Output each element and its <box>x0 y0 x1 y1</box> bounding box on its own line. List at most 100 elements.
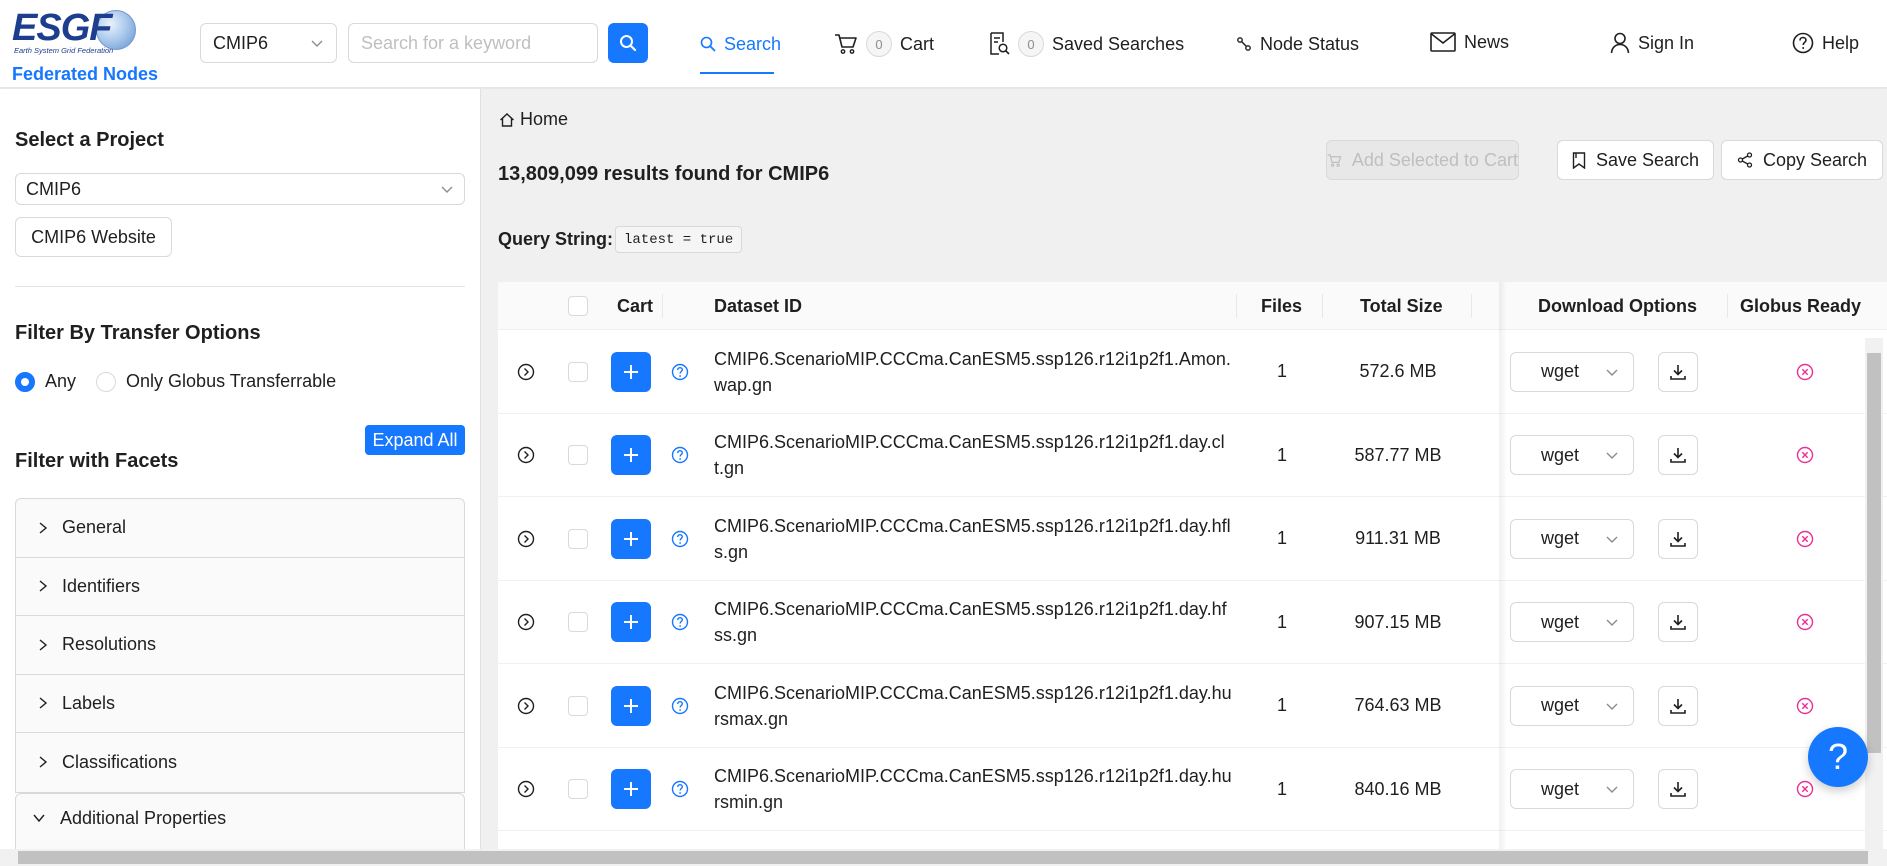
download-button[interactable] <box>1658 351 1698 392</box>
page-horizontal-scrollbar[interactable] <box>0 849 1887 866</box>
radio-any-label[interactable]: Any <box>45 371 76 392</box>
dataset-id-cell: CMIP6.ScenarioMIP.CCCma.CanESM5.ssp126.r… <box>714 497 1234 581</box>
radio-globus-only-label[interactable]: Only Globus Transferrable <box>126 371 336 392</box>
chevron-down-icon <box>1606 703 1618 710</box>
download-button[interactable] <box>1658 435 1698 476</box>
column-divider <box>1727 294 1728 318</box>
project-website-button[interactable]: CMIP6 Website <box>15 217 172 257</box>
table-vertical-scrollbar[interactable] <box>1865 338 1883 849</box>
breadcrumb-home[interactable]: Home <box>520 109 568 130</box>
facet-labels[interactable]: Labels <box>16 675 464 733</box>
facet-additional-properties[interactable]: Additional Properties <box>15 793 465 843</box>
download-button-cell <box>1658 748 1698 832</box>
download-button[interactable] <box>1658 518 1698 559</box>
add-to-cart-button[interactable] <box>611 518 651 559</box>
add-selected-to-cart-button[interactable]: Add Selected to Cart <box>1326 140 1519 180</box>
nav-news[interactable]: News <box>1430 26 1509 58</box>
esgf-logo[interactable]: ESGF Earth System Grid Federation Federa… <box>12 8 162 84</box>
add-to-cart-cell <box>611 748 651 832</box>
row-checkbox[interactable] <box>568 445 588 466</box>
radio-globus-only[interactable] <box>96 371 117 392</box>
add-to-cart-button[interactable] <box>611 685 651 726</box>
row-checkbox[interactable] <box>568 528 588 549</box>
dataset-id-text: CMIP6.ScenarioMIP.CCCma.CanESM5.ssp126.r… <box>714 599 1227 646</box>
facet-resolutions[interactable]: Resolutions <box>16 616 464 675</box>
add-to-cart-button[interactable] <box>611 602 651 643</box>
total-size-cell: 907.15 MB <box>1354 611 1442 632</box>
add-to-cart-button[interactable] <box>611 351 651 392</box>
add-to-cart-button[interactable] <box>611 769 651 810</box>
nav-help[interactable]: Help <box>1792 27 1859 59</box>
download-method-select[interactable]: wget <box>1510 602 1634 643</box>
nav-sign-in[interactable]: Sign In <box>1610 27 1694 59</box>
row-select[interactable] <box>568 497 588 581</box>
row-checkbox[interactable] <box>568 361 588 382</box>
download-method-select[interactable]: wget <box>1510 435 1634 476</box>
download-button[interactable] <box>1658 685 1698 726</box>
horizontal-scrollbar-thumb[interactable] <box>18 851 1868 864</box>
add-to-cart-button[interactable] <box>611 435 651 476</box>
download-button-cell <box>1658 581 1698 665</box>
row-select[interactable] <box>568 581 588 665</box>
table-header: Cart Dataset ID Files Total Size Downloa… <box>498 282 1887 330</box>
row-select[interactable] <box>568 414 588 498</box>
nav-node-status[interactable]: Node Status <box>1236 28 1359 60</box>
row-checkbox[interactable] <box>568 695 588 716</box>
download-method-select[interactable]: wget <box>1510 769 1634 810</box>
vertical-scrollbar-thumb[interactable] <box>1867 353 1881 753</box>
search-button[interactable] <box>608 23 648 63</box>
download-select-cell: wget <box>1510 330 1634 414</box>
row-checkbox[interactable] <box>568 779 588 800</box>
download-method-select[interactable]: wget <box>1510 685 1634 726</box>
dataset-info-button[interactable] <box>671 664 689 748</box>
expand-row-button[interactable] <box>517 581 535 665</box>
download-select-cell: wget <box>1510 748 1634 832</box>
download-select-cell: wget <box>1510 581 1634 665</box>
sidebar-project-select[interactable]: CMIP6 <box>15 173 465 205</box>
download-button[interactable] <box>1658 602 1698 643</box>
project-select[interactable]: CMIP6 <box>200 23 337 63</box>
dataset-info-button[interactable] <box>671 414 689 498</box>
header-select-all[interactable] <box>568 282 588 330</box>
facet-classifications[interactable]: Classifications <box>16 733 464 792</box>
copy-search-button[interactable]: Copy Search <box>1721 140 1883 180</box>
row-select[interactable] <box>568 664 588 748</box>
plus-icon <box>624 615 638 630</box>
expand-row-button[interactable] <box>517 497 535 581</box>
nav-cart[interactable]: 0 Cart <box>834 28 934 60</box>
expand-all-button[interactable]: Expand All <box>365 425 465 455</box>
dataset-info-button[interactable] <box>671 330 689 414</box>
row-select[interactable] <box>568 748 588 832</box>
download-select-cell: wget <box>1510 414 1634 498</box>
dataset-info-button[interactable] <box>671 748 689 832</box>
nav-saved-searches[interactable]: 0 Saved Searches <box>988 28 1184 60</box>
add-to-cart-cell <box>611 497 651 581</box>
chevron-right-icon <box>39 697 48 709</box>
column-divider <box>662 294 663 318</box>
download-button-cell <box>1658 414 1698 498</box>
breadcrumb[interactable]: Home <box>499 109 568 130</box>
expand-row-button[interactable] <box>517 414 535 498</box>
download-button[interactable] <box>1658 769 1698 810</box>
search-input[interactable] <box>348 23 598 63</box>
table-row: CMIP6.ScenarioMIP.CCCma.CanESM5.ssp126.r… <box>498 580 1887 665</box>
header-download-options: Download Options <box>1538 295 1697 316</box>
facet-general[interactable]: General <box>16 499 464 558</box>
nav-search[interactable]: Search <box>700 28 781 60</box>
expand-row-button[interactable] <box>517 330 535 414</box>
download-method-select[interactable]: wget <box>1510 351 1634 392</box>
dataset-info-button[interactable] <box>671 497 689 581</box>
dataset-info-button[interactable] <box>671 581 689 665</box>
floating-help-button[interactable]: ? <box>1808 727 1868 787</box>
save-search-button[interactable]: Save Search <box>1557 140 1714 180</box>
row-select[interactable] <box>568 330 588 414</box>
expand-row-button[interactable] <box>517 664 535 748</box>
download-method-select[interactable]: wget <box>1510 518 1634 559</box>
select-all-checkbox[interactable] <box>568 296 588 316</box>
help-circle-icon <box>1792 32 1814 54</box>
radio-any[interactable] <box>15 371 35 392</box>
row-checkbox[interactable] <box>568 612 588 633</box>
expand-row-button[interactable] <box>517 748 535 832</box>
facet-identifiers[interactable]: Identifiers <box>16 558 464 616</box>
question-circle-icon <box>671 447 689 464</box>
